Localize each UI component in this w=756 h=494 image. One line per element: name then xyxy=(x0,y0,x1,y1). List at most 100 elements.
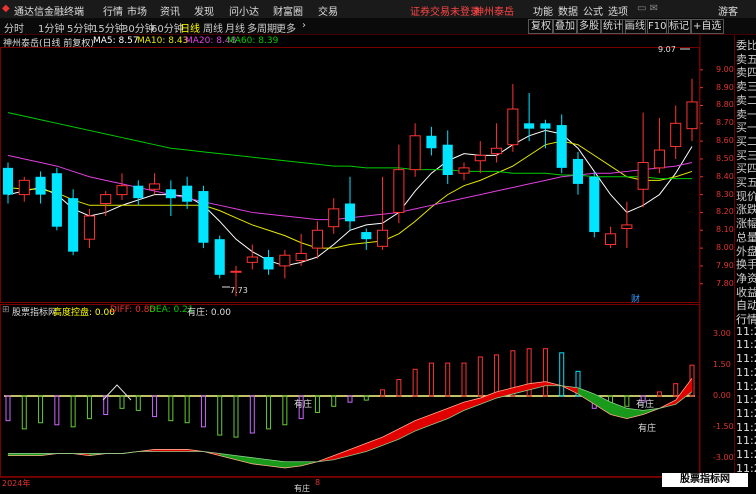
macd-bar xyxy=(673,383,679,397)
price-tick-label: 8.60 xyxy=(716,136,734,146)
macd-ribbon-segment xyxy=(382,428,400,446)
candle-body-up xyxy=(83,215,95,240)
macd-bar xyxy=(38,395,44,424)
candle-body-up xyxy=(507,108,519,146)
sub-tick-label: 1.50 xyxy=(713,360,731,370)
candle-body-up xyxy=(637,162,649,190)
macd-ribbon-segment xyxy=(447,401,465,420)
sidebar-item[interactable]: 11:26 xyxy=(736,407,756,420)
quote-sidebar[interactable]: 委比 卖五 卖四 卖三 卖二 卖一 买一 买二 买三 买四 买五 现价 涨跌 涨幅 总量 外盘 换手 净资 收益 自动… xyxy=(734,35,756,487)
macd-bar xyxy=(445,362,451,397)
candle-body-up xyxy=(246,256,258,263)
macd-bar xyxy=(86,395,92,420)
macd-bar xyxy=(135,395,141,411)
candle-body-up xyxy=(393,169,405,213)
candle-body-down xyxy=(182,185,193,202)
sidebar-item[interactable]: 11:26 xyxy=(736,421,756,434)
price-tick-label: 8.10 xyxy=(716,225,734,235)
macd-ribbon-segment xyxy=(366,436,383,452)
macd-bar xyxy=(119,395,125,409)
candle-body-down xyxy=(214,239,225,275)
indicator-name: 股票指标网 xyxy=(12,308,58,318)
price-tick-label: 9.00 xyxy=(716,64,734,74)
candle-body-up xyxy=(491,147,503,155)
sidebar-item[interactable]: 11:26 xyxy=(736,380,756,393)
price-tick-label: 8.70 xyxy=(716,118,734,128)
yz-label: 有庄: 0.00 xyxy=(187,308,231,318)
macd-bar xyxy=(21,395,27,430)
candle-body-up xyxy=(686,101,698,130)
price-tick-label: 8.30 xyxy=(716,189,734,199)
candle-body-down xyxy=(524,123,535,129)
macd-bar xyxy=(266,395,272,430)
candle-body-down xyxy=(361,232,372,240)
sidebar-item[interactable]: 11:26 xyxy=(736,338,756,351)
sidebar-item[interactable]: 11:26 xyxy=(736,393,756,406)
candle-body-down xyxy=(68,198,79,252)
candle-body-down xyxy=(442,144,453,175)
price-tick-label: 8.90 xyxy=(716,82,734,92)
chart-canvas[interactable] xyxy=(0,0,756,487)
sub-legend: ⊞ 股票指标网 高度控盘: 0.00 DIFF: 0.86 DEA: 0.21 … xyxy=(0,305,700,318)
candle-body-up xyxy=(230,270,242,273)
price-tick-label: 7.80 xyxy=(716,278,734,288)
candle-body-up xyxy=(149,183,161,190)
sub-tick-label: 0.00 xyxy=(713,391,731,400)
candle-body-up xyxy=(458,167,470,174)
macd-bar xyxy=(168,395,174,422)
macd-ribbon-segment xyxy=(431,407,448,426)
date-axis: 2024年 8 xyxy=(0,477,734,488)
candle-body-down xyxy=(556,125,567,168)
candle-body-up xyxy=(409,135,421,171)
yz-marker: 有庄 xyxy=(638,424,657,434)
candle-body-up xyxy=(670,122,682,147)
macd-bar xyxy=(624,395,630,407)
price-tick-label: 8.50 xyxy=(716,153,734,163)
candle-body-down xyxy=(344,203,356,222)
macd-bar xyxy=(396,379,402,397)
hl-label: 高度控盘: 0.00 xyxy=(53,308,115,318)
price-tick-label: 8.00 xyxy=(716,243,734,253)
macd-bar xyxy=(412,368,418,397)
macd-bar xyxy=(559,352,565,397)
candle-body-down xyxy=(263,257,274,270)
candle-body-up xyxy=(605,233,617,246)
expand-icon[interactable]: ⊞ xyxy=(2,305,10,315)
yz-marker: 有庄 xyxy=(294,400,313,410)
candle-body-up xyxy=(474,154,486,162)
macd-bar xyxy=(542,348,548,397)
price-axis: 9.00 8.90 8.80 8.70 8.60 8.50 8.40 8.30 8.20 8.10… xyxy=(700,0,734,487)
candle-body-down xyxy=(165,189,176,199)
macd-bar xyxy=(331,395,337,407)
macd-bar xyxy=(477,356,483,397)
sidebar-item[interactable]: 11:26 xyxy=(736,366,756,379)
macd-bar xyxy=(152,395,158,418)
candle-body-down xyxy=(426,135,437,149)
macd-bar xyxy=(347,395,353,403)
sidebar-item[interactable]: 11:26 xyxy=(736,325,756,338)
macd-bar xyxy=(5,395,11,422)
macd-bar xyxy=(428,362,434,397)
sidebar-item[interactable]: 11:26 xyxy=(736,352,756,365)
macd-bar xyxy=(200,395,206,428)
candle-body-up xyxy=(653,149,665,169)
sidebar-item[interactable]: 11:26 xyxy=(736,434,756,447)
candle-body-up xyxy=(116,185,128,196)
macd-panel xyxy=(4,348,695,469)
macd-bar xyxy=(380,389,386,397)
month-label: 8 xyxy=(315,478,321,487)
macd-bar xyxy=(461,362,467,397)
candle-body-down xyxy=(2,167,14,195)
year-label: 2024年 xyxy=(2,479,31,488)
candle-body-up xyxy=(100,194,112,205)
macd-bar xyxy=(70,395,76,428)
macd-bar xyxy=(233,395,239,438)
site-watermark: 股票指标网 xyxy=(662,473,748,487)
candle-body-down xyxy=(589,176,600,233)
candle-body-down xyxy=(572,158,584,184)
finance-marker[interactable]: 财 xyxy=(631,292,640,305)
macd-ribbon-segment xyxy=(398,420,416,440)
sub-tick-label: -3.00 xyxy=(713,452,734,462)
sidebar-item[interactable]: 11:26 xyxy=(736,448,756,461)
macd-bar xyxy=(494,354,500,397)
